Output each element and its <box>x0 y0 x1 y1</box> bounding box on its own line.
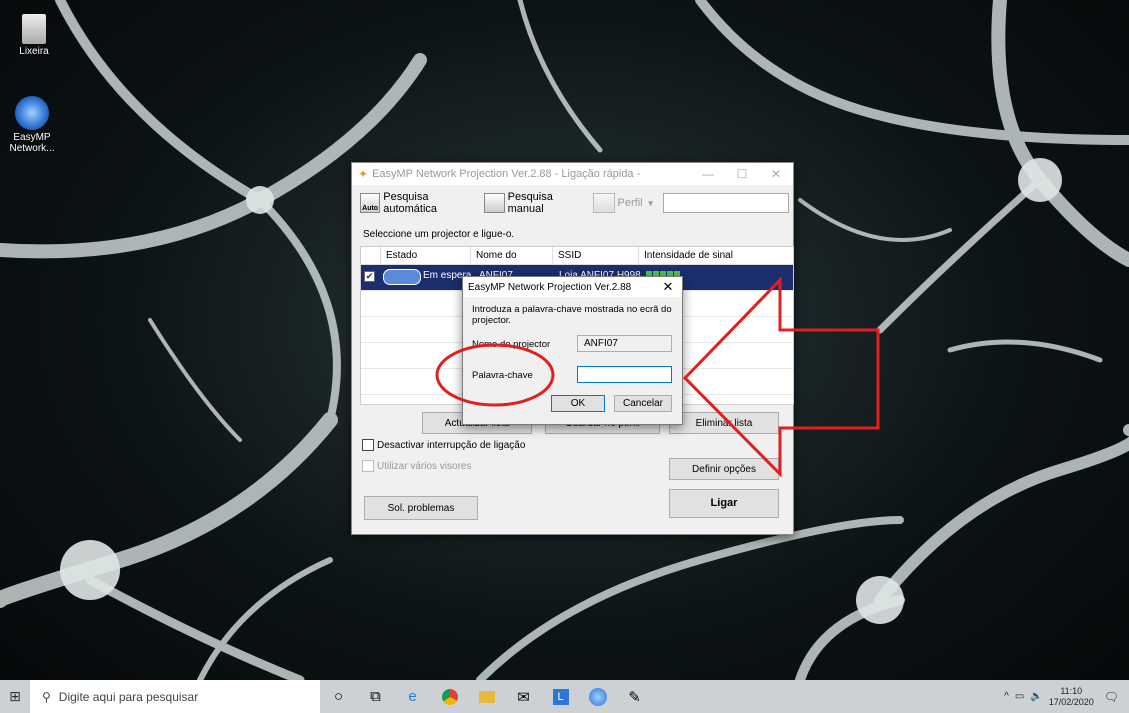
projector-name-label: Nome do projector <box>472 339 551 350</box>
easymp-taskbar-icon[interactable] <box>579 680 616 713</box>
projector-icon <box>383 269 421 285</box>
auto-search-label: Pesquisa automática <box>383 191 438 215</box>
column-header-ssid[interactable]: SSID <box>553 247 639 264</box>
window-titlebar: ✦ EasyMP Network Projection Ver.2.88 - L… <box>352 163 793 185</box>
set-options-button[interactable]: Definir opções <box>669 458 779 480</box>
edge-icon[interactable]: e <box>394 680 431 713</box>
windows-start-icon[interactable]: ⊞ <box>0 688 30 705</box>
desktop-icon-label: EasyMP Network... <box>9 132 55 154</box>
row-checkbox[interactable]: ✔ <box>364 271 375 282</box>
desktop-icon-easymp[interactable]: EasyMP Network... <box>4 96 60 154</box>
troubleshoot-button[interactable]: Sol. problemas <box>364 496 478 520</box>
taskbar-search[interactable]: ⚲ Digite aqui para pesquisar <box>30 680 320 713</box>
multiple-displays-checkbox[interactable]: Utilizar vários visores <box>362 460 471 472</box>
paint-icon[interactable]: ✎ <box>616 680 653 713</box>
easymp-icon <box>15 96 49 130</box>
keyword-input[interactable] <box>577 366 672 383</box>
network-icon[interactable]: ▭ <box>1015 691 1024 702</box>
chevron-up-icon[interactable]: ^ <box>1004 691 1009 702</box>
keyword-label: Palavra-chave <box>472 370 533 381</box>
cortana-icon[interactable]: ○ <box>320 680 357 713</box>
close-icon[interactable]: ✕ <box>654 279 682 295</box>
checkbox-label: Desactivar interrupção de ligação <box>377 439 526 451</box>
profile-icon <box>592 193 615 213</box>
connect-button[interactable]: Ligar <box>669 489 779 518</box>
column-header-signal[interactable]: Intensidade de sinal <box>639 247 793 264</box>
manual-search-label: Pesquisa manual <box>507 191 553 215</box>
maximize-icon[interactable]: ☐ <box>725 167 759 181</box>
dialog-message: Introduza a palavra-chave mostrada no ec… <box>472 304 672 326</box>
dialog-title: EasyMP Network Projection Ver.2.88 <box>468 281 632 293</box>
system-tray: ^ ▭ 🔈 11:10 17/02/2020 🗨 <box>1004 686 1129 708</box>
delete-list-button[interactable]: Eliminar lista <box>669 412 779 434</box>
profile-label: Perfil <box>617 197 643 209</box>
toolbar: Auto Pesquisa automática Pesquisa manual… <box>360 190 789 216</box>
table-header: Estado Nome do projector SSID Intensidad… <box>361 247 793 278</box>
chrome-icon[interactable] <box>431 680 468 713</box>
taskbar: ⊞ ⚲ Digite aqui para pesquisar ○ ⧉ e ✉ L… <box>0 680 1129 713</box>
ok-button[interactable]: OK <box>551 395 605 412</box>
search-icon: ⚲ <box>42 689 51 704</box>
chevron-down-icon: ▼ <box>646 198 655 208</box>
clock-date: 17/02/2020 <box>1048 696 1094 707</box>
manual-search-button[interactable]: Pesquisa manual <box>484 191 584 215</box>
checkbox-box <box>362 439 374 451</box>
close-icon[interactable]: ✕ <box>759 167 793 181</box>
clock-time: 11:10 <box>1060 685 1083 696</box>
profile-select[interactable] <box>662 193 789 213</box>
desktop-icon-label: Lixeira <box>19 46 49 57</box>
search-placeholder: Digite aqui para pesquisar <box>58 689 199 704</box>
column-header-status[interactable]: Estado <box>381 247 471 264</box>
auto-search-button[interactable]: Auto Pesquisa automática <box>360 191 476 215</box>
dialog-titlebar: EasyMP Network Projection Ver.2.88 ✕ <box>463 277 682 297</box>
auto-search-icon: Auto <box>360 193 381 213</box>
recycle-bin-icon <box>22 14 46 44</box>
profile-button[interactable]: Perfil ▼ <box>592 193 655 213</box>
minimize-icon[interactable]: — <box>691 167 725 181</box>
column-header-name[interactable]: Nome do projector <box>471 247 553 278</box>
checkbox-label: Utilizar vários visores <box>377 460 472 472</box>
app-l-icon[interactable]: L <box>542 680 579 713</box>
cancel-button[interactable]: Cancelar <box>614 395 672 412</box>
instruction-text: Seleccione um projector e ligue-o. <box>363 229 515 240</box>
disable-interrupt-checkbox[interactable]: Desactivar interrupção de ligação <box>362 439 525 451</box>
keyword-dialog: EasyMP Network Projection Ver.2.88 ✕ Int… <box>462 276 683 425</box>
mail-icon[interactable]: ✉ <box>505 680 542 713</box>
app-logo-icon: ✦ <box>358 167 369 181</box>
file-explorer-icon[interactable] <box>468 680 505 713</box>
window-title: EasyMP Network Projection Ver.2.88 - Lig… <box>372 168 641 180</box>
checkbox-box <box>362 460 374 472</box>
notifications-icon[interactable]: 🗨 <box>1104 690 1119 704</box>
task-view-icon[interactable]: ⧉ <box>357 680 394 713</box>
clock[interactable]: 11:10 17/02/2020 <box>1049 686 1094 708</box>
volume-icon[interactable]: 🔈 <box>1030 691 1042 702</box>
projector-name-field: ANFI07 <box>577 335 672 352</box>
manual-search-icon <box>484 193 505 213</box>
column-header-check <box>361 247 381 264</box>
desktop-icon-recycle-bin[interactable]: Lixeira <box>6 14 62 57</box>
